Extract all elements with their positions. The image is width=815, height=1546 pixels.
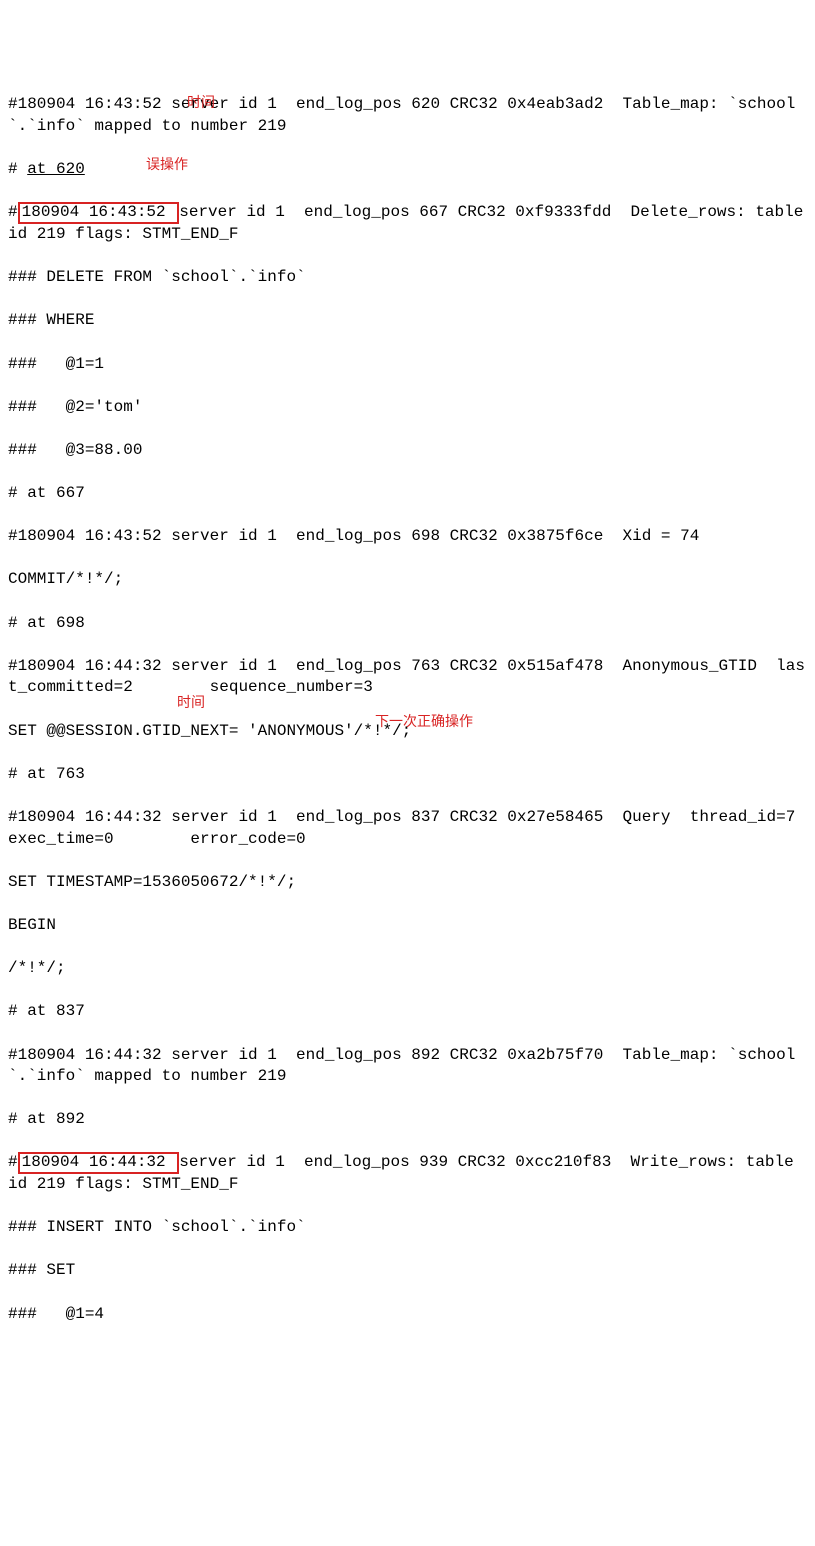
log-line: #180904 16:44:32 server id 1 end_log_pos… xyxy=(8,1152,807,1195)
log-line: BEGIN xyxy=(8,915,807,937)
log-line: ### WHERE xyxy=(8,310,807,332)
highlight-timestamp-2: 180904 16:44:32 xyxy=(18,1152,180,1174)
log-line: #180904 16:43:52 server id 1 end_log_pos… xyxy=(8,202,807,245)
log-line: # at 892 xyxy=(8,1109,807,1131)
log-line: ### @1=1 xyxy=(8,354,807,376)
log-line: ### @1=4 xyxy=(8,1304,807,1326)
log-line: # at 698 xyxy=(8,613,807,635)
log-line: #180904 16:44:32 server id 1 end_log_pos… xyxy=(8,807,807,850)
log-line: #180904 16:44:32 server id 1 end_log_pos… xyxy=(8,656,807,699)
log-line: COMMIT/*!*/; xyxy=(8,569,807,591)
log-line: ### DELETE FROM `school`.`info` xyxy=(8,267,807,289)
highlight-timestamp-1: 180904 16:43:52 xyxy=(18,202,180,224)
annotation-time-1: 时间 xyxy=(187,93,215,112)
log-text: # xyxy=(8,160,27,178)
annotation-time-2: 时间 xyxy=(177,693,205,712)
log-line: #180904 16:43:52 server id 1 end_log_pos… xyxy=(8,94,807,137)
log-text: # xyxy=(8,203,18,221)
log-line: ### INSERT INTO `school`.`info` xyxy=(8,1217,807,1239)
log-line: # at 620 xyxy=(8,159,807,181)
log-line: # at 667 xyxy=(8,483,807,505)
log-line: ### @2='tom' xyxy=(8,397,807,419)
log-line: ### @3=88.00 xyxy=(8,440,807,462)
at-position: at 620 xyxy=(27,160,85,178)
annotation-misoperation: 误操作 xyxy=(146,155,188,174)
log-line: /*!*/; xyxy=(8,958,807,980)
log-line: SET TIMESTAMP=1536050672/*!*/; xyxy=(8,872,807,894)
log-line: ### SET xyxy=(8,1260,807,1282)
log-text: # xyxy=(8,1153,18,1171)
log-line: #180904 16:44:32 server id 1 end_log_pos… xyxy=(8,1045,807,1088)
log-line: # at 837 xyxy=(8,1001,807,1023)
log-line: #180904 16:43:52 server id 1 end_log_pos… xyxy=(8,526,807,548)
log-line: # at 763 xyxy=(8,764,807,786)
annotation-next-correct-op: 下一次正确操作 xyxy=(375,712,473,731)
